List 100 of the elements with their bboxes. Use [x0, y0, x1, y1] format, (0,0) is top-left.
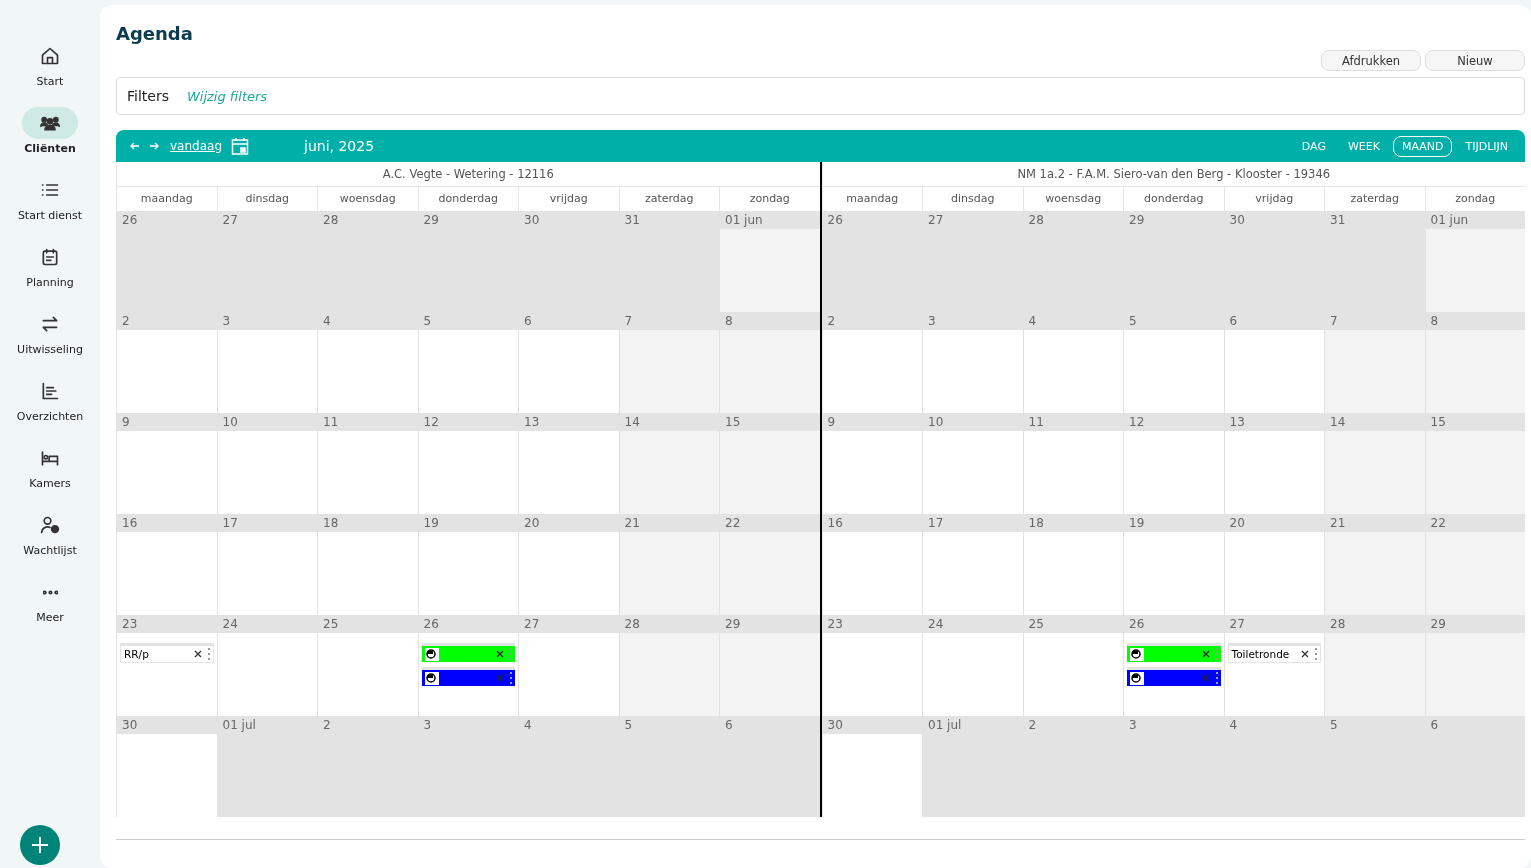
day-cell[interactable]: 24 — [216, 615, 317, 716]
day-cell[interactable]: 4 — [317, 312, 418, 413]
nav-item[interactable]: Meer — [22, 576, 78, 643]
day-cell[interactable]: 6 — [518, 312, 619, 413]
day-cell[interactable]: 19 — [417, 514, 518, 615]
drag-handle-icon[interactable] — [1215, 648, 1218, 660]
day-number: 12 — [1124, 413, 1224, 431]
day-cell[interactable]: 30 — [116, 716, 217, 817]
day-number: 2 — [822, 312, 922, 330]
event-chip[interactable] — [1127, 643, 1221, 662]
day-cell[interactable]: 18 — [317, 514, 418, 615]
day-cell[interactable]: 11 — [317, 413, 418, 514]
day-number: 27 — [519, 615, 619, 633]
day-cell[interactable]: 19 — [1123, 514, 1224, 615]
event-chip[interactable] — [421, 643, 515, 662]
day-cell[interactable]: 9 — [116, 413, 217, 514]
day-number: 21 — [619, 514, 719, 532]
day-cell[interactable]: 20 — [1223, 514, 1324, 615]
day-cell[interactable]: 11 — [1022, 413, 1123, 514]
close-icon[interactable] — [1301, 650, 1309, 658]
day-number: 26 — [1124, 615, 1224, 633]
day-cell[interactable]: 2 — [116, 312, 217, 413]
day-cell[interactable]: 30 — [821, 716, 922, 817]
day-cell[interactable]: 13 — [518, 413, 619, 514]
nav-item[interactable]: Wachtlijst — [22, 509, 78, 576]
day-number: 20 — [519, 514, 619, 532]
nav-item[interactable]: Cliënten — [22, 107, 78, 174]
day-cell[interactable]: 17 — [922, 514, 1023, 615]
event-chip[interactable] — [1127, 667, 1221, 686]
day-cell[interactable]: 17 — [216, 514, 317, 615]
period-title: juni, 2025 — [304, 138, 375, 154]
view-tab[interactable]: MAAND — [1392, 135, 1453, 157]
close-icon[interactable] — [1201, 650, 1210, 658]
drag-handle-icon[interactable] — [207, 648, 210, 660]
day-number: 19 — [418, 514, 518, 532]
day-cell[interactable]: 12 — [417, 413, 518, 514]
day-cell[interactable]: 5 — [1123, 312, 1224, 413]
day-number: 30 — [1224, 211, 1324, 229]
day-cell[interactable]: 10 — [216, 413, 317, 514]
day-cell[interactable]: 9 — [821, 413, 922, 514]
action-button[interactable]: Nieuw — [1425, 50, 1525, 71]
day-cell[interactable]: 24 — [922, 615, 1023, 716]
day-number: 19 — [1124, 514, 1224, 532]
day-number: 22 — [720, 514, 820, 532]
day-cell[interactable]: 4 — [1022, 312, 1123, 413]
action-button[interactable]: Afdrukken — [1321, 50, 1421, 71]
nav-item[interactable]: Start — [22, 40, 78, 107]
view-tab[interactable]: DAG — [1292, 135, 1335, 157]
day-cell[interactable]: 3 — [216, 312, 317, 413]
arrow-right-icon[interactable] — [149, 141, 159, 151]
day-cell[interactable]: 2 — [821, 312, 922, 413]
day-number: 3 — [923, 312, 1023, 330]
event-chip[interactable]: RR/p — [120, 643, 214, 663]
day-number: 2 — [117, 312, 217, 330]
day-cell[interactable]: 16 — [821, 514, 922, 615]
view-tab[interactable]: TIJDLIJN — [1456, 135, 1517, 157]
day-number: 2 — [318, 716, 418, 734]
day-number: 01 jul — [923, 716, 1023, 734]
drag-handle-icon[interactable] — [1215, 672, 1218, 684]
day-cell[interactable]: 10 — [922, 413, 1023, 514]
add-button[interactable] — [20, 825, 60, 865]
event-chip[interactable] — [421, 667, 515, 686]
close-icon[interactable] — [193, 650, 202, 658]
day-cell[interactable]: 25 — [1022, 615, 1123, 716]
day-number: 5 — [1124, 312, 1224, 330]
nav-item[interactable]: Overzichten — [16, 375, 84, 442]
view-tab[interactable]: WEEK — [1338, 135, 1389, 157]
calendar-icon[interactable] — [231, 137, 249, 155]
day-cell[interactable]: 13 — [1223, 413, 1324, 514]
nav-item[interactable]: Start dienst — [17, 174, 83, 241]
drag-handle-icon[interactable] — [510, 672, 512, 684]
day-cell[interactable]: 23 — [821, 615, 922, 716]
day-cell[interactable]: 27 — [518, 615, 619, 716]
day-number: 5 — [1325, 716, 1425, 734]
day-number: 7 — [619, 312, 719, 330]
day-cell[interactable]: 25 — [317, 615, 418, 716]
nav-item[interactable]: Kamers — [22, 442, 78, 509]
day-number: 31 — [619, 211, 719, 229]
day-cell[interactable]: 20 — [518, 514, 619, 615]
edit-filters-link[interactable]: Wijzig filters — [186, 88, 268, 104]
event-chip[interactable]: Toiletronde — [1227, 643, 1321, 663]
today-link[interactable]: vandaag — [170, 139, 222, 153]
day-number: 24 — [923, 615, 1023, 633]
day-number: 16 — [822, 514, 922, 532]
day-number: 30 — [519, 211, 619, 229]
nav-item[interactable]: Planning — [22, 241, 78, 308]
drag-handle-icon[interactable] — [510, 648, 512, 660]
swap-icon — [40, 314, 60, 334]
close-icon[interactable] — [496, 650, 504, 658]
day-cell[interactable]: 12 — [1123, 413, 1224, 514]
day-cell[interactable]: 18 — [1022, 514, 1123, 615]
day-number: 4 — [318, 312, 418, 330]
arrow-left-icon[interactable] — [130, 141, 140, 151]
day-cell[interactable]: 6 — [1223, 312, 1324, 413]
day-cell[interactable]: 16 — [116, 514, 217, 615]
day-cell[interactable]: 3 — [922, 312, 1023, 413]
day-number: 23 — [822, 615, 922, 633]
day-cell[interactable]: 5 — [417, 312, 518, 413]
drag-handle-icon[interactable] — [1315, 648, 1317, 660]
nav-item[interactable]: Uitwisseling — [17, 308, 83, 375]
